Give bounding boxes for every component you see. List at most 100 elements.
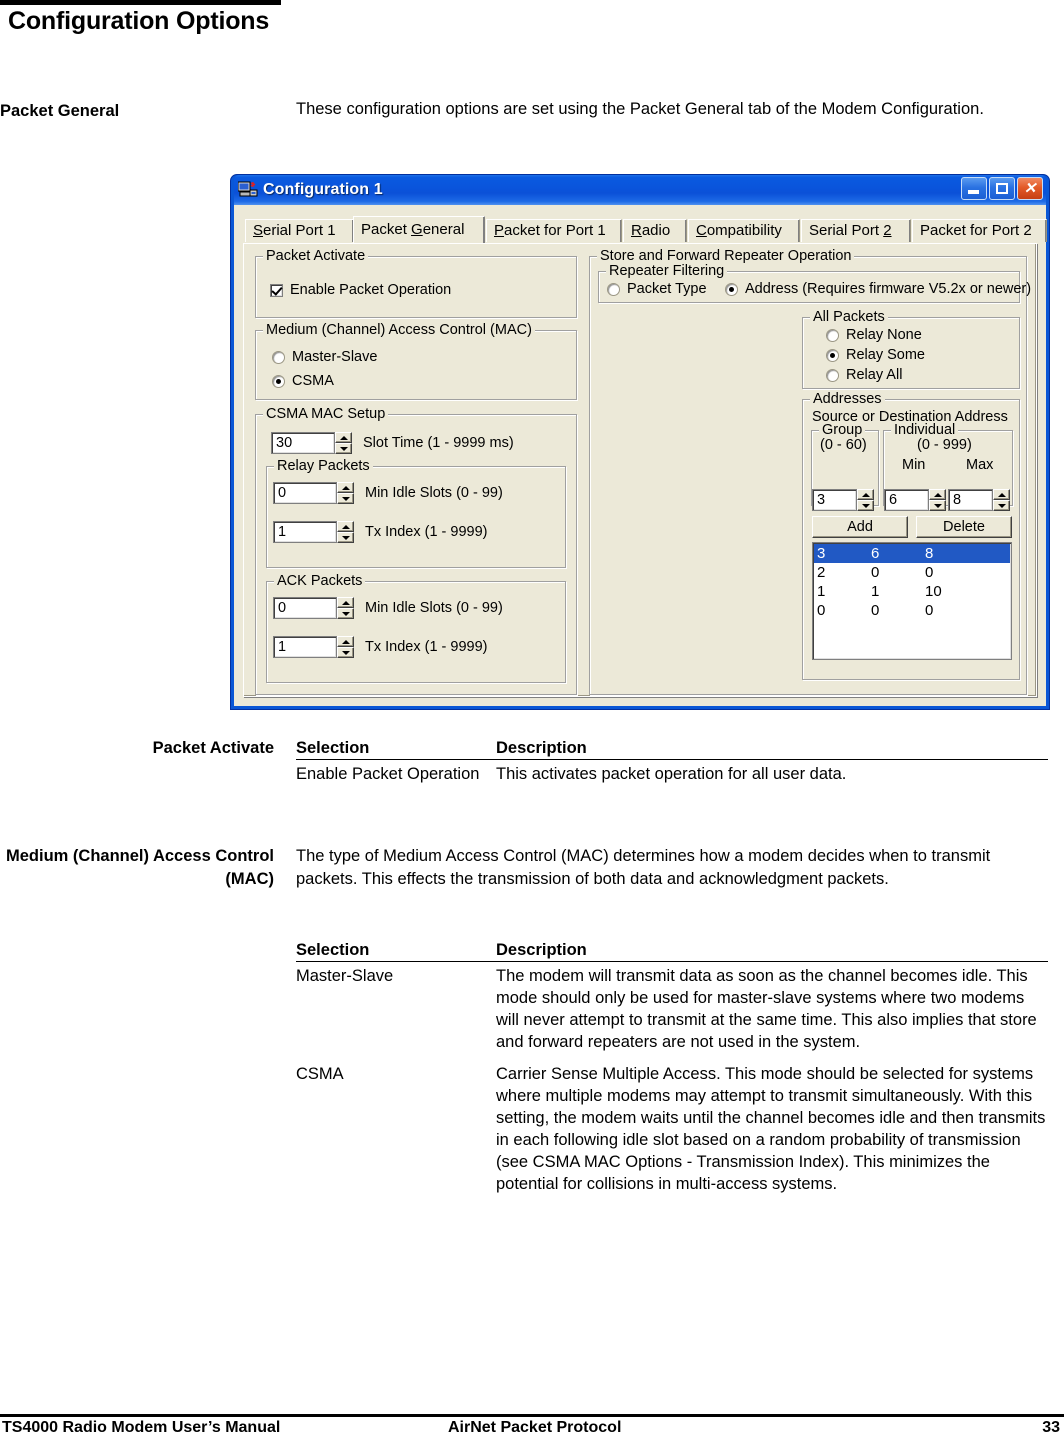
list-item[interactable]: 1 1 10 <box>814 582 1010 601</box>
relay-some-radio[interactable] <box>826 348 839 362</box>
relay-min-idle-slots-input[interactable]: 0 <box>273 482 337 504</box>
ack-tx-index-down-icon[interactable] <box>337 647 354 658</box>
address-group-up-icon[interactable] <box>857 489 874 500</box>
ack-min-idle-slots-stepper[interactable]: 0 <box>273 597 354 619</box>
ack-tx-index-input[interactable]: 1 <box>273 636 337 658</box>
cell-description: This activates packet operation for all … <box>496 765 847 783</box>
address-max-up-icon[interactable] <box>993 489 1010 500</box>
list-item[interactable]: 3 6 8 <box>814 544 1010 563</box>
addresses-listbox[interactable]: 3 6 8 2 0 0 1 1 10 0 0 0 <box>812 542 1012 660</box>
radio-row-csma[interactable]: CSMA <box>272 373 334 389</box>
address-min-label: Min <box>902 457 926 473</box>
enable-packet-operation-checkbox[interactable] <box>270 283 283 297</box>
address-max-stepper[interactable]: 8 <box>948 489 1010 511</box>
tab-compatibility[interactable]: Compatibility <box>688 219 800 242</box>
footer-center: AirNet Packet Protocol <box>448 1419 622 1436</box>
add-button[interactable]: Add <box>812 516 908 538</box>
relay-tx-index-spin-buttons[interactable] <box>337 521 354 543</box>
ack-tx-index-stepper[interactable]: 1 <box>273 636 354 658</box>
radio-row-master-slave[interactable]: Master-Slave <box>272 349 377 365</box>
relay-min-idle-slots-spin-buttons[interactable] <box>337 482 354 504</box>
radio-row-relay-none[interactable]: Relay None <box>826 327 922 343</box>
column-header-description: Description <box>496 739 587 757</box>
address-min-input[interactable]: 6 <box>884 489 929 511</box>
tab-serial-port-1[interactable]: Serial Port 1 <box>245 219 354 242</box>
dialog-client-area: Serial Port 1 Packet General Packet for … <box>234 205 1047 706</box>
csma-radio[interactable] <box>272 374 285 388</box>
group-caption-relay-packets: Relay Packets <box>274 458 373 474</box>
list-cell-group: 0 <box>817 602 826 619</box>
ack-min-idle-slots-input[interactable]: 0 <box>273 597 337 619</box>
ack-tx-index-up-icon[interactable] <box>337 636 354 647</box>
footer-left: TS4000 Radio Modem User’s Manual <box>2 1419 281 1436</box>
relay-none-radio[interactable] <box>826 328 839 342</box>
ack-min-idle-up-icon[interactable] <box>337 597 354 608</box>
packet-type-radio[interactable] <box>607 282 620 296</box>
relay-tx-index-up-icon[interactable] <box>337 521 354 532</box>
radio-row-address[interactable]: Address (Requires firmware V5.2x or newe… <box>725 281 1031 297</box>
dialog-title: Configuration 1 <box>263 181 383 198</box>
relay-tx-index-stepper[interactable]: 1 <box>273 521 354 543</box>
ack-tx-index-spin-buttons[interactable] <box>337 636 354 658</box>
address-radio[interactable] <box>725 282 738 296</box>
relay-all-radio[interactable] <box>826 368 839 382</box>
address-max-label: Max <box>966 457 994 473</box>
relay-tx-index-down-icon[interactable] <box>337 532 354 543</box>
address-group-input[interactable]: 3 <box>812 489 857 511</box>
relay-tx-index-input[interactable]: 1 <box>273 521 337 543</box>
relay-tx-index-label: Tx Index (1 - 9999) <box>365 524 488 540</box>
window-controls: ✕ <box>961 177 1043 200</box>
relay-none-label: Relay None <box>846 327 922 343</box>
enable-packet-operation-row[interactable]: Enable Packet Operation <box>270 282 451 298</box>
group-ack-packets: ACK Packets 0 Min Idle Slots (0 - 99) 1 <box>266 573 566 683</box>
tab-packet-for-port-1[interactable]: Packet for Port 1 <box>486 219 622 242</box>
table-header-row: Selection Description <box>296 737 1048 759</box>
relay-min-idle-down-icon[interactable] <box>337 493 354 504</box>
slot-time-stepper[interactable]: 30 <box>271 432 352 454</box>
address-min-up-icon[interactable] <box>929 489 946 500</box>
tab-packet-general[interactable]: Packet General <box>353 216 485 243</box>
group-caption-repeater-filtering: Repeater Filtering <box>606 263 728 279</box>
address-group-spin-buttons[interactable] <box>857 489 874 511</box>
address-group-stepper[interactable]: 3 <box>812 489 874 511</box>
group-caption-packet-activate: Packet Activate <box>263 248 369 264</box>
group-all-packets: All Packets Relay None Relay Some Relay … <box>802 309 1020 389</box>
list-cell-max: 10 <box>925 583 942 600</box>
ack-min-idle-slots-spin-buttons[interactable] <box>337 597 354 619</box>
address-min-stepper[interactable]: 6 <box>884 489 946 511</box>
address-min-spin-buttons[interactable] <box>929 489 946 511</box>
cell-selection: CSMA <box>296 1065 344 1083</box>
modem-app-icon <box>237 181 258 199</box>
slot-time-up-icon[interactable] <box>335 432 352 443</box>
slot-time-spin-buttons[interactable] <box>335 432 352 454</box>
slot-time-input[interactable]: 30 <box>271 432 335 454</box>
ack-min-idle-down-icon[interactable] <box>337 608 354 619</box>
address-max-spin-buttons[interactable] <box>993 489 1010 511</box>
relay-some-label: Relay Some <box>846 347 925 363</box>
list-item[interactable]: 2 0 0 <box>814 563 1010 582</box>
packet-type-label: Packet Type <box>627 281 707 297</box>
list-item[interactable]: 0 0 0 <box>814 601 1010 620</box>
address-max-input[interactable]: 8 <box>948 489 993 511</box>
tab-packet-for-port-2[interactable]: Packet for Port 2 <box>912 219 1047 242</box>
dialog-titlebar[interactable]: Configuration 1 ✕ <box>234 175 1046 205</box>
radio-row-relay-all[interactable]: Relay All <box>826 367 902 383</box>
address-max-down-icon[interactable] <box>993 500 1010 511</box>
radio-row-relay-some[interactable]: Relay Some <box>826 347 925 363</box>
delete-button[interactable]: Delete <box>916 516 1012 538</box>
slot-time-down-icon[interactable] <box>335 443 352 454</box>
relay-min-idle-up-icon[interactable] <box>337 482 354 493</box>
address-group-down-icon[interactable] <box>857 500 874 511</box>
table-packet-activate: Selection Description Enable Packet Oper… <box>296 737 1048 788</box>
tab-serial-port-2[interactable]: Serial Port 2 <box>801 219 911 242</box>
maximize-button[interactable] <box>989 177 1015 200</box>
list-cell-min: 6 <box>871 545 880 562</box>
radio-row-packet-type[interactable]: Packet Type <box>607 281 707 297</box>
close-button[interactable]: ✕ <box>1017 177 1043 200</box>
master-slave-radio[interactable] <box>272 350 285 364</box>
group-caption-address-group: Group <box>819 422 866 438</box>
tab-radio[interactable]: Radio <box>623 219 687 242</box>
relay-min-idle-slots-stepper[interactable]: 0 <box>273 482 354 504</box>
minimize-button[interactable] <box>961 177 987 200</box>
address-min-down-icon[interactable] <box>929 500 946 511</box>
